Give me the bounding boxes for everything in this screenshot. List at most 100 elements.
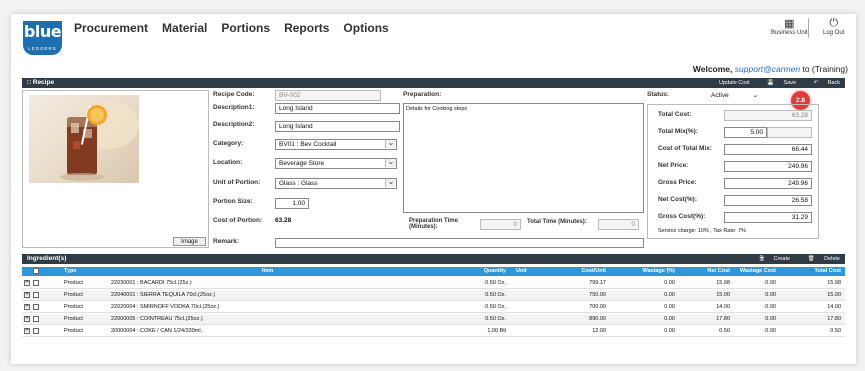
row-cost-unit: 799.17: [589, 280, 606, 286]
total-cost-label: Total Cost:: [658, 111, 692, 118]
business-unit-button[interactable]: ▦ Business Unit: [771, 17, 808, 36]
category-label: Category:: [213, 140, 244, 147]
table-row[interactable]: + Product 22020004 : SMIRNOFF VODKA 70cl.(…: [22, 302, 845, 313]
back-label: Back: [827, 80, 840, 86]
category-select[interactable]: BV01 : Bev Cocktail: [275, 139, 397, 150]
nav-portions[interactable]: Portions: [221, 21, 270, 35]
row-quantity: 1.00 Btl: [487, 328, 506, 334]
welcome-suffix: to (Training): [802, 64, 848, 74]
row-checkbox[interactable]: [33, 280, 39, 286]
delete-label: Delete: [824, 256, 840, 262]
delete-button[interactable]: 🗑 Delete: [800, 256, 840, 262]
row-item: 22000005 : COINTREAU 75cl.(25oz.): [111, 316, 203, 322]
create-icon: 🗎: [759, 256, 764, 262]
net-price-label: Net Price:: [658, 162, 689, 169]
row-wastage: 0.00: [664, 328, 675, 334]
recipe-bar: □ Recipe Update Cost 💾 Save ↶ Back: [22, 78, 845, 88]
table-row[interactable]: + Product 20000004 : COKE / CAN 1/24/330ml…: [22, 326, 845, 337]
trash-icon: 🗑: [807, 256, 815, 262]
header-divider: [808, 18, 809, 38]
unit-label: Unit of Portion:: [213, 179, 261, 186]
total-mix-field[interactable]: 5.00: [724, 127, 767, 138]
select-all-checkbox[interactable]: [33, 268, 39, 274]
save-button[interactable]: 💾 Save: [759, 80, 796, 86]
create-label: Create: [773, 256, 791, 262]
gross-cost-field: 31.29: [724, 212, 812, 223]
nav-options[interactable]: Options: [343, 21, 388, 35]
recipe-bar-title: Recipe: [32, 79, 55, 86]
business-unit-label: Business Unit: [771, 30, 808, 36]
total-time-label: Total Time (Minutes):: [527, 219, 587, 225]
expand-icon[interactable]: +: [24, 304, 30, 310]
status-select[interactable]: Active ⌄: [711, 91, 758, 99]
table-row[interactable]: + Product 22040001 : SIERRA TEQUILA 70cl.(…: [22, 290, 845, 301]
row-item: 22040001 : SIERRA TEQUILA 70cl.(25oz.): [111, 292, 216, 298]
gross-price-field[interactable]: 249.96: [724, 178, 812, 189]
expand-icon[interactable]: +: [24, 316, 30, 322]
row-type: Product: [64, 328, 83, 334]
recipe-code-field[interactable]: BV-002: [275, 90, 381, 101]
ingredients-bar: Ingredient(s) 🗎 Create 🗑 Delete: [22, 254, 845, 264]
main-card: blue LEDGERS Procurement Material Portio…: [11, 14, 856, 364]
welcome-prefix: Welcome,: [692, 64, 733, 74]
row-net-cost: 15.00: [716, 292, 730, 298]
cost-portion-value: 63.28: [275, 217, 292, 224]
row-total-cost: 0.50: [830, 328, 841, 334]
gross-cost-label: Gross Cost(%):: [658, 213, 706, 220]
row-checkbox[interactable]: [33, 292, 39, 298]
net-price-field[interactable]: 249.96: [724, 161, 812, 172]
row-type: Product: [64, 316, 83, 322]
expand-icon[interactable]: +: [24, 328, 30, 334]
col-item: Item: [262, 268, 274, 274]
save-icon: 💾: [767, 80, 775, 86]
row-wastage: 0.00: [664, 280, 675, 286]
expand-icon[interactable]: +: [24, 292, 30, 298]
nav-material[interactable]: Material: [162, 21, 207, 35]
row-quantity: 0.50 Oz.: [485, 316, 506, 322]
net-cost-field: 26.58: [724, 195, 812, 206]
preparation-label: Preparation:: [403, 91, 442, 98]
remark-field[interactable]: [275, 238, 644, 248]
recipe-actions: Update Cost 💾 Save ↶ Back: [711, 78, 840, 88]
desc2-field[interactable]: Long Island: [275, 121, 400, 132]
row-total-cost: 15.98: [827, 280, 841, 286]
expand-icon[interactable]: +: [24, 280, 30, 286]
total-mix-label: Total Mix(%):: [658, 128, 698, 135]
recipe-code-label: Recipe Code:: [213, 91, 255, 98]
total-mix-spacer: [767, 127, 812, 138]
table-row[interactable]: + Product 22000005 : COINTREAU 75cl.(25oz.…: [22, 314, 845, 325]
portion-size-field[interactable]: 1.00: [275, 198, 309, 209]
update-cost-button[interactable]: Update Cost: [719, 80, 750, 86]
desc2-label: Description2:: [213, 121, 255, 128]
preparation-field[interactable]: Details for Cooking steps: [403, 103, 644, 213]
row-total-cost: 14.00: [827, 304, 841, 310]
cocktail-image: [60, 101, 139, 181]
image-button[interactable]: Image: [173, 237, 206, 246]
row-item: 22020004 : SMIRNOFF VODKA 70cl.(25oz.): [111, 304, 220, 310]
table-row[interactable]: + Product 22030001 : BACARDI 75cl.(25z.) 0.…: [22, 278, 845, 289]
cost-total-mix-label: Cost of Total Mix:: [658, 145, 713, 152]
row-type: Product: [64, 292, 83, 298]
unit-select[interactable]: Glass : Glass: [275, 178, 397, 189]
nav-procurement[interactable]: Procurement: [74, 21, 148, 35]
desc1-field[interactable]: Long Island: [275, 103, 400, 114]
location-label: Location:: [213, 159, 243, 166]
back-button[interactable]: ↶ Back: [806, 80, 840, 86]
logo-text: blue: [23, 22, 62, 41]
welcome-user: support@carmen: [734, 64, 801, 74]
nav-reports[interactable]: Reports: [284, 21, 329, 35]
row-checkbox[interactable]: [33, 328, 39, 334]
prep-time-field[interactable]: 0: [480, 219, 521, 230]
col-wastage: Wastage (%): [642, 268, 676, 274]
row-total-cost: 17.80: [827, 316, 841, 322]
prep-time-label: Preparation Time (Minutes):: [409, 218, 458, 230]
total-time-field[interactable]: 0: [598, 219, 639, 230]
row-checkbox[interactable]: [33, 304, 39, 310]
location-select[interactable]: Beverage Store: [275, 158, 397, 169]
chevron-down-icon: ⌄: [752, 92, 758, 99]
create-button[interactable]: 🗎 Create: [752, 256, 790, 262]
row-checkbox[interactable]: [33, 316, 39, 322]
logout-button[interactable]: ⏻ Log Out: [823, 17, 844, 36]
row-type: Product: [64, 280, 83, 286]
row-quantity: 0.50 Oz.: [485, 292, 506, 298]
